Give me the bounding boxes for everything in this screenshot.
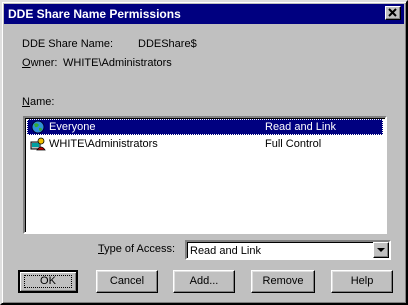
share-name-value: DDEShare$ xyxy=(138,38,197,50)
help-button-label: Help xyxy=(350,275,374,287)
close-button[interactable] xyxy=(385,6,401,20)
list-item-access: Full Control xyxy=(265,138,322,150)
cancel-button[interactable]: Cancel xyxy=(96,270,158,293)
permissions-dialog: DDE Share Name Permissions DDE Share Nam… xyxy=(0,0,408,305)
ok-button[interactable]: OK xyxy=(18,270,78,293)
list-item[interactable]: WHITE\Administrators Full Control xyxy=(27,136,383,152)
list-item[interactable]: Everyone Read and Link xyxy=(27,119,383,135)
list-item-name: WHITE\Administrators xyxy=(49,138,158,150)
owner-value: WHITE\Administrators xyxy=(63,57,172,69)
user-group-icon xyxy=(30,137,46,151)
title-bar: DDE Share Name Permissions xyxy=(4,4,404,24)
add-button-label: Add... xyxy=(189,275,219,287)
add-button[interactable]: Add... xyxy=(173,270,235,293)
type-of-access-value: Read and Link xyxy=(190,245,261,257)
group-globe-icon xyxy=(31,120,45,134)
name-label: Name: xyxy=(22,96,55,108)
focus-indicator xyxy=(24,275,72,288)
chevron-down-icon xyxy=(377,248,385,252)
permissions-list[interactable]: Everyone Read and Link WHITE\Administrat… xyxy=(23,116,387,234)
share-name-label: DDE Share Name: xyxy=(22,38,114,50)
type-of-access-label: Type of Access: xyxy=(98,243,176,255)
remove-button[interactable]: Remove xyxy=(251,270,315,293)
type-of-access-dropdown-button[interactable] xyxy=(373,242,389,258)
list-item-access: Read and Link xyxy=(265,121,336,133)
window-title: DDE Share Name Permissions xyxy=(8,7,181,21)
close-icon xyxy=(388,8,397,17)
list-item-name: Everyone xyxy=(49,121,96,133)
remove-button-label: Remove xyxy=(262,275,304,287)
help-button[interactable]: Help xyxy=(331,270,393,293)
type-of-access-select[interactable]: Read and Link xyxy=(185,240,391,260)
owner-label: Owner: xyxy=(22,57,58,69)
cancel-button-label: Cancel xyxy=(109,275,145,287)
